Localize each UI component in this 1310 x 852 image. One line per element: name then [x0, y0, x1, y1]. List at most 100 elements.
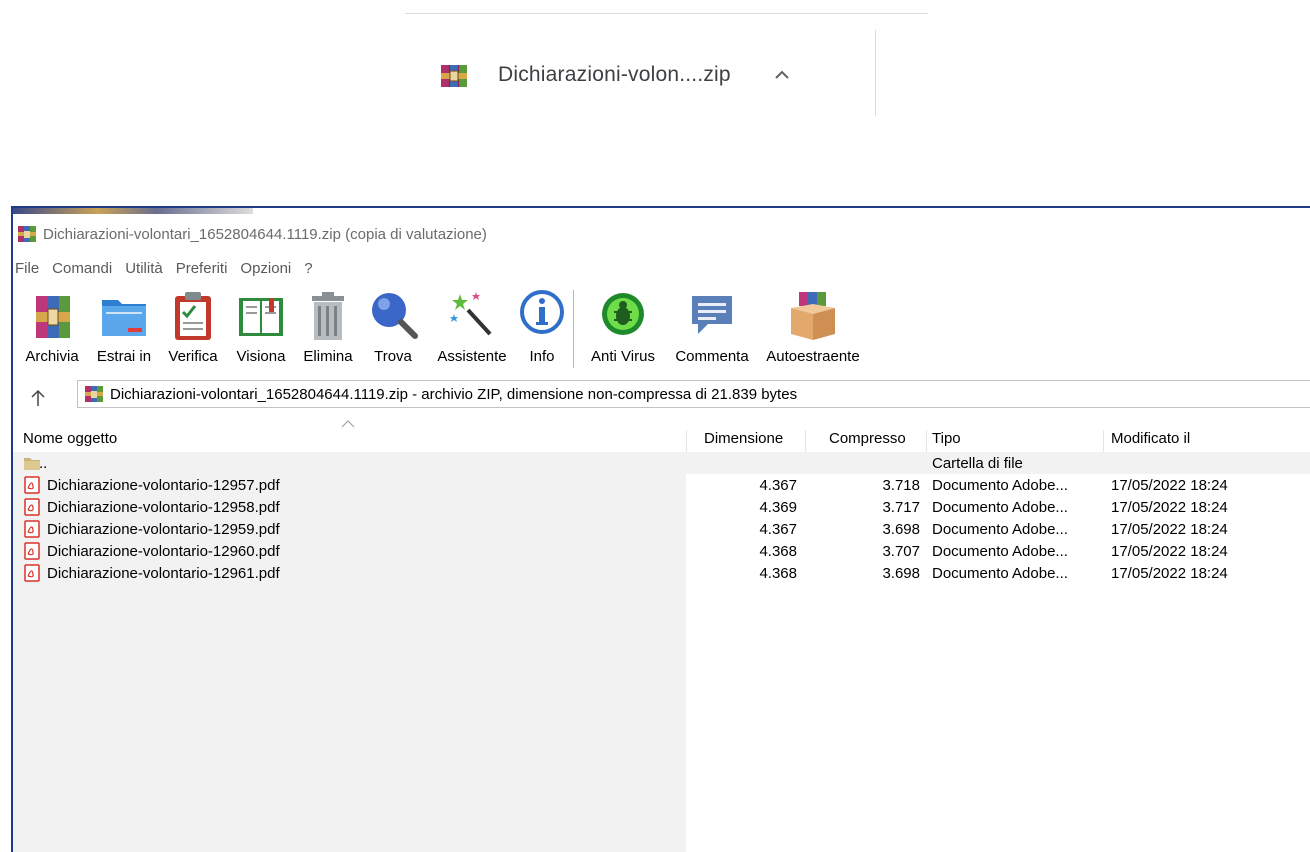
magnifier-icon [372, 293, 418, 339]
toolbar-label: Archivia [25, 348, 79, 365]
download-item[interactable]: Dichiarazioni-volon....zip [440, 55, 793, 95]
verifica-button[interactable]: Verifica [161, 288, 225, 378]
file-type: Documento Adobe... [932, 565, 1068, 582]
title-bar[interactable]: Dichiarazioni-volontari_1652804644.1119.… [17, 222, 487, 246]
toolbar-label: Assistente [437, 348, 507, 365]
column-header-type[interactable]: Tipo [932, 430, 961, 447]
file-packed-size: 3.718 [882, 477, 920, 494]
file-name: Dichiarazione-volontario-12959.pdf [47, 521, 280, 538]
column-header-row: Nome oggetto Dimensione Compresso Tipo M… [13, 420, 1310, 458]
trova-button[interactable]: Trova [359, 288, 427, 378]
wizard-wand-icon [450, 292, 492, 336]
download-filename[interactable]: Dichiarazioni-volon....zip [498, 63, 731, 87]
toolbar-label: Estrai in [96, 348, 152, 365]
pdf-file-icon [24, 520, 40, 538]
file-packed-size: 3.707 [882, 543, 920, 560]
pdf-file-icon [24, 542, 40, 560]
file-packed-size: 3.698 [882, 521, 920, 538]
info-button[interactable]: Info [517, 288, 567, 378]
file-modified: 17/05/2022 18:24 [1111, 499, 1228, 516]
file-name: Dichiarazione-volontario-12957.pdf [47, 477, 280, 494]
trash-icon [312, 292, 344, 340]
file-name: Dichiarazione-volontario-12960.pdf [47, 543, 280, 560]
anti-virus-button[interactable]: Anti Virus [580, 288, 666, 378]
autoestraente-button[interactable]: Autoestraente [758, 288, 868, 378]
address-bar[interactable]: Dichiarazioni-volontari_1652804644.1119.… [77, 380, 1310, 408]
pdf-file-icon [24, 564, 40, 582]
archivia-button[interactable]: Archivia [17, 288, 87, 378]
file-row[interactable]: Dichiarazione-volontario-12960.pdf 4.368… [13, 540, 1310, 562]
file-packed-size: 3.698 [882, 565, 920, 582]
menu-preferiti[interactable]: Preferiti [176, 260, 228, 277]
estrai-in-button[interactable]: Estrai in [87, 288, 161, 378]
column-header-size[interactable]: Dimensione [704, 430, 783, 447]
arrow-up-icon[interactable] [29, 388, 47, 408]
menu-utilita[interactable]: Utilità [125, 260, 163, 277]
menu-comandi[interactable]: Comandi [52, 260, 112, 277]
file-name: Dichiarazione-volontario-12958.pdf [47, 499, 280, 516]
chevron-up-icon[interactable] [771, 64, 793, 86]
file-modified: 17/05/2022 18:24 [1111, 477, 1228, 494]
toolbar-label: Info [529, 348, 555, 365]
toolbar-label: Elimina [303, 348, 353, 365]
file-row[interactable]: Dichiarazione-volontario-12961.pdf 4.368… [13, 562, 1310, 584]
file-row[interactable]: Dichiarazione-volontario-12957.pdf 4.367… [13, 474, 1310, 496]
toolbar-label: Verifica [168, 348, 218, 365]
extract-folder-icon [102, 300, 146, 336]
file-size: 4.368 [759, 565, 797, 582]
window-title: Dichiarazioni-volontari_1652804644.1119.… [43, 225, 487, 243]
comment-icon [692, 296, 732, 334]
parent-folder-row[interactable]: .. Cartella di file [13, 452, 1310, 474]
download-bar-separator [875, 30, 876, 116]
file-name: .. [39, 455, 48, 472]
file-modified: 17/05/2022 18:24 [1111, 543, 1228, 560]
file-type: Documento Adobe... [932, 477, 1068, 494]
menu-help[interactable]: ? [304, 260, 312, 277]
sort-ascending-icon [341, 420, 355, 428]
view-book-icon [239, 298, 283, 336]
winrar-archive-icon [18, 226, 36, 242]
toolbar-label: Trova [374, 348, 412, 365]
commenta-button[interactable]: Commenta [666, 288, 758, 378]
file-size: 4.367 [759, 477, 797, 494]
winrar-archive-icon [85, 386, 103, 402]
file-row[interactable]: Dichiarazione-volontario-12958.pdf 4.369… [13, 496, 1310, 518]
toolbar-label: Autoestraente [766, 348, 860, 365]
file-packed-size: 3.717 [882, 499, 920, 516]
winrar-window: Dichiarazioni-volontari_1652804644.1119.… [11, 206, 1310, 852]
elimina-button[interactable]: Elimina [297, 288, 359, 378]
file-type: Documento Adobe... [932, 499, 1068, 516]
toolbar-separator [573, 290, 574, 368]
file-modified: 17/05/2022 18:24 [1111, 521, 1228, 538]
toolbar: Archivia Estrai in Verifica Visiona Elim… [17, 288, 868, 378]
download-bar-top-divider [405, 13, 928, 14]
test-clipboard-icon [175, 292, 211, 340]
file-type: Documento Adobe... [932, 521, 1068, 538]
pdf-file-icon [24, 498, 40, 516]
column-header-packed[interactable]: Compresso [829, 430, 906, 447]
file-type: Cartella di file [932, 455, 1023, 472]
address-text: Dichiarazioni-volontari_1652804644.1119.… [110, 385, 798, 403]
winrar-archive-icon [441, 65, 467, 87]
file-row[interactable]: Dichiarazione-volontario-12959.pdf 4.367… [13, 518, 1310, 540]
sfx-box-icon [791, 292, 835, 340]
toolbar-label: Anti Virus [591, 348, 655, 365]
file-list: Nome oggetto Dimensione Compresso Tipo M… [13, 420, 1310, 852]
pdf-file-icon [24, 476, 40, 494]
menu-opzioni[interactable]: Opzioni [240, 260, 291, 277]
visiona-button[interactable]: Visiona [225, 288, 297, 378]
toolbar-label: Commenta [675, 348, 749, 365]
column-header-name[interactable]: Nome oggetto [23, 430, 117, 447]
menu-file[interactable]: File [15, 260, 39, 277]
toolbar-label: Visiona [236, 348, 286, 365]
file-name: Dichiarazione-volontario-12961.pdf [47, 565, 280, 582]
archive-icon [36, 296, 70, 338]
file-size: 4.369 [759, 499, 797, 516]
assistente-button[interactable]: Assistente [427, 288, 517, 378]
info-icon [520, 290, 564, 334]
file-type: Documento Adobe... [932, 543, 1068, 560]
antivirus-bug-icon [602, 293, 644, 335]
column-header-modified[interactable]: Modificato il [1111, 430, 1190, 447]
background-window-strip [13, 208, 253, 214]
file-size: 4.367 [759, 521, 797, 538]
